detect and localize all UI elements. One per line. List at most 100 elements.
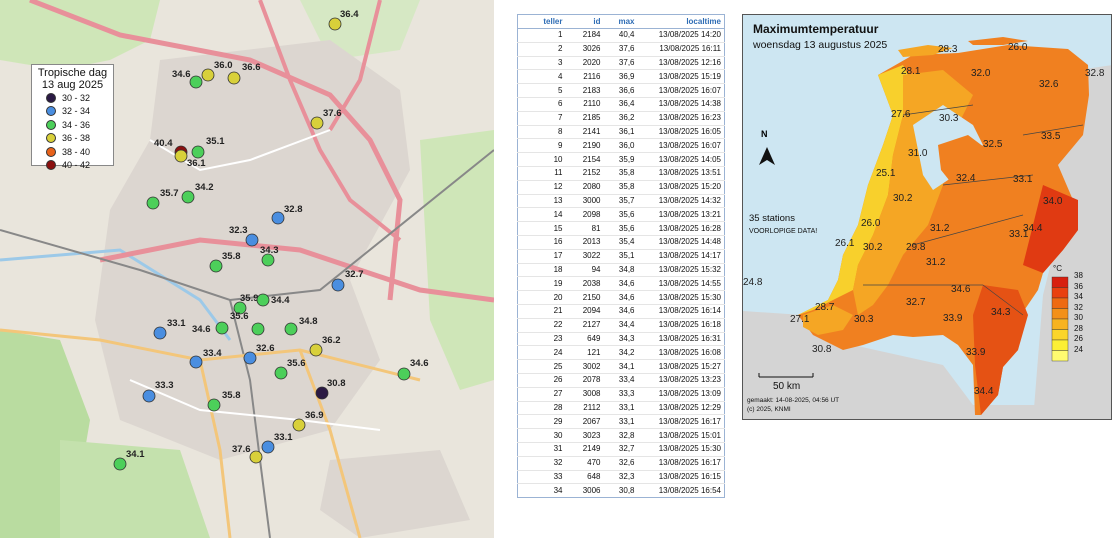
station-value-label: 35.6 <box>287 358 306 369</box>
station-marker[interactable] <box>331 278 345 292</box>
legend-item: 36 - 38 <box>36 132 109 146</box>
station-marker[interactable] <box>243 351 257 365</box>
table-row[interactable]: 4 2116 36,9 13/08/2025 15:19 <box>517 69 725 84</box>
column-header-localtime[interactable]: localtime <box>637 14 725 29</box>
table-row[interactable]: 7 2185 36,2 13/08/2025 16:23 <box>517 110 725 126</box>
table-row[interactable]: 11 2152 35,8 13/08/2025 13:51 <box>517 165 725 181</box>
table-row[interactable]: 25 3002 34,1 13/08/2025 15:27 <box>517 359 725 374</box>
station-marker[interactable] <box>251 322 265 336</box>
station-marker[interactable] <box>189 355 203 369</box>
station-marker[interactable] <box>245 233 259 247</box>
colorbar-tick-label: 28 <box>1074 323 1083 333</box>
cell-localtime: 13/08/2025 16:17 <box>637 455 725 470</box>
cell-max: 35,9 <box>603 152 638 167</box>
station-marker[interactable] <box>215 321 229 335</box>
table-row[interactable]: 16 2013 35,4 13/08/2025 14:48 <box>517 234 725 250</box>
cell-id: 2190 <box>565 138 604 153</box>
station-map[interactable]: 36.4 36.0 36.6 34.6 37.6 40.4 35.1 36.1 35.7 34.2… <box>0 0 494 538</box>
knmi-subtitle: woensdag 13 augustus 2025 <box>753 39 888 51</box>
station-marker[interactable] <box>207 398 221 412</box>
table-row[interactable]: 21 2094 34,6 13/08/2025 16:14 <box>517 303 725 319</box>
table-row[interactable]: 27 3008 33,3 13/08/2025 13:09 <box>517 386 725 402</box>
station-marker[interactable] <box>249 450 263 464</box>
colorbar-tick-label: 34 <box>1074 292 1083 301</box>
station-marker[interactable] <box>284 322 298 336</box>
table-row[interactable]: 23 649 34,3 13/08/2025 16:31 <box>517 331 725 346</box>
station-marker[interactable] <box>310 116 324 130</box>
table-row[interactable]: 18 94 34,8 13/08/2025 15:32 <box>517 262 725 277</box>
station-marker[interactable] <box>256 293 270 307</box>
station-marker[interactable] <box>113 457 127 471</box>
table-row[interactable]: 19 2038 34,6 13/08/2025 14:55 <box>517 276 725 291</box>
station-marker[interactable] <box>292 418 306 432</box>
cell-max: 36,1 <box>603 124 638 139</box>
cell-localtime: 13/08/2025 16:05 <box>637 124 725 139</box>
table-row[interactable]: 15 81 35,6 13/08/2025 16:28 <box>517 221 725 236</box>
cell-localtime: 13/08/2025 14:48 <box>637 234 725 250</box>
table-row[interactable]: 32 470 32,6 13/08/2025 16:17 <box>517 455 725 470</box>
cell-id: 3008 <box>565 386 604 402</box>
table-row[interactable]: 8 2141 36,1 13/08/2025 16:05 <box>517 124 725 139</box>
legend-title-line1: Tropische dag <box>37 67 108 79</box>
cell-id: 2080 <box>565 179 604 195</box>
table-row[interactable]: 5 2183 36,6 13/08/2025 16:07 <box>517 83 725 98</box>
cell-max: 37,6 <box>603 41 638 57</box>
station-marker[interactable] <box>153 326 167 340</box>
table-row[interactable]: 28 2112 33,1 13/08/2025 12:29 <box>517 400 725 415</box>
station-marker[interactable] <box>261 440 275 454</box>
station-value-label: 36.0 <box>214 60 233 71</box>
station-value-label: 32.3 <box>229 225 248 236</box>
table-row[interactable]: 13 3000 35,7 13/08/2025 14:32 <box>517 193 725 208</box>
station-value-label: 30.8 <box>327 378 346 389</box>
cell-localtime: 13/08/2025 16:18 <box>637 317 725 333</box>
table-row[interactable]: 2 3026 37,6 13/08/2025 16:11 <box>517 41 725 57</box>
table-row[interactable]: 10 2154 35,9 13/08/2025 14:05 <box>517 152 725 167</box>
cell-localtime: 13/08/2025 16:23 <box>637 110 725 126</box>
station-marker[interactable] <box>174 149 188 163</box>
table-row[interactable]: 33 648 32,3 13/08/2025 16:15 <box>517 469 725 484</box>
table-row[interactable]: 3 2020 37,6 13/08/2025 12:16 <box>517 55 725 70</box>
station-marker[interactable] <box>209 259 223 273</box>
station-marker[interactable] <box>189 75 203 89</box>
station-marker[interactable] <box>191 145 205 159</box>
station-marker[interactable] <box>397 367 411 381</box>
table-row[interactable]: 26 2078 33,4 13/08/2025 13:23 <box>517 372 725 388</box>
station-marker[interactable] <box>201 68 215 82</box>
station-value-label: 32.8 <box>284 204 303 215</box>
table-row[interactable]: 20 2150 34,6 13/08/2025 15:30 <box>517 290 725 305</box>
north-label: N <box>761 129 768 139</box>
cell-max: 35,6 <box>603 221 638 236</box>
column-header-teller[interactable]: teller <box>517 14 566 29</box>
table-row[interactable]: 12 2080 35,8 13/08/2025 15:20 <box>517 179 725 195</box>
station-marker[interactable] <box>142 389 156 403</box>
table-row[interactable]: 9 2190 36,0 13/08/2025 16:07 <box>517 138 725 153</box>
station-marker[interactable] <box>146 196 160 210</box>
table-row[interactable]: 17 3022 35,1 13/08/2025 14:17 <box>517 248 725 264</box>
cell-localtime: 13/08/2025 13:51 <box>637 165 725 181</box>
table-row[interactable]: 1 2184 40,4 13/08/2025 14:20 <box>517 28 725 43</box>
cell-id: 3000 <box>565 193 604 208</box>
station-marker[interactable] <box>271 211 285 225</box>
preliminary-note: VOORLOPIGE DATA! <box>749 228 818 235</box>
station-marker[interactable] <box>274 366 288 380</box>
cell-max: 40,4 <box>603 28 638 43</box>
table-row[interactable]: 6 2110 36,4 13/08/2025 14:38 <box>517 96 725 112</box>
column-header-max[interactable]: max <box>603 14 638 29</box>
table-row[interactable]: 24 121 34,2 13/08/2025 16:08 <box>517 345 725 360</box>
station-value-label: 34.2 <box>195 182 214 193</box>
table-row[interactable]: 34 3006 30,8 13/08/2025 16:54 <box>517 483 725 498</box>
cell-max: 36,6 <box>603 83 638 98</box>
station-marker[interactable] <box>309 343 323 357</box>
table-row[interactable]: 22 2127 34,4 13/08/2025 16:18 <box>517 317 725 333</box>
cell-teller: 4 <box>517 69 566 84</box>
table-row[interactable]: 14 2098 35,6 13/08/2025 13:21 <box>517 207 725 222</box>
table-row[interactable]: 30 3023 32,8 13/08/2025 15:01 <box>517 428 725 443</box>
cell-max: 35,1 <box>603 248 638 264</box>
station-marker[interactable] <box>181 190 195 204</box>
knmi-station-value: 31.2 <box>926 257 946 268</box>
table-row[interactable]: 29 2067 33,1 13/08/2025 16:17 <box>517 414 725 429</box>
cell-max: 34,1 <box>603 359 638 374</box>
column-header-id[interactable]: id <box>565 14 604 29</box>
table-row[interactable]: 31 2149 32,7 13/08/2025 15:30 <box>517 441 725 457</box>
station-marker[interactable] <box>227 71 241 85</box>
